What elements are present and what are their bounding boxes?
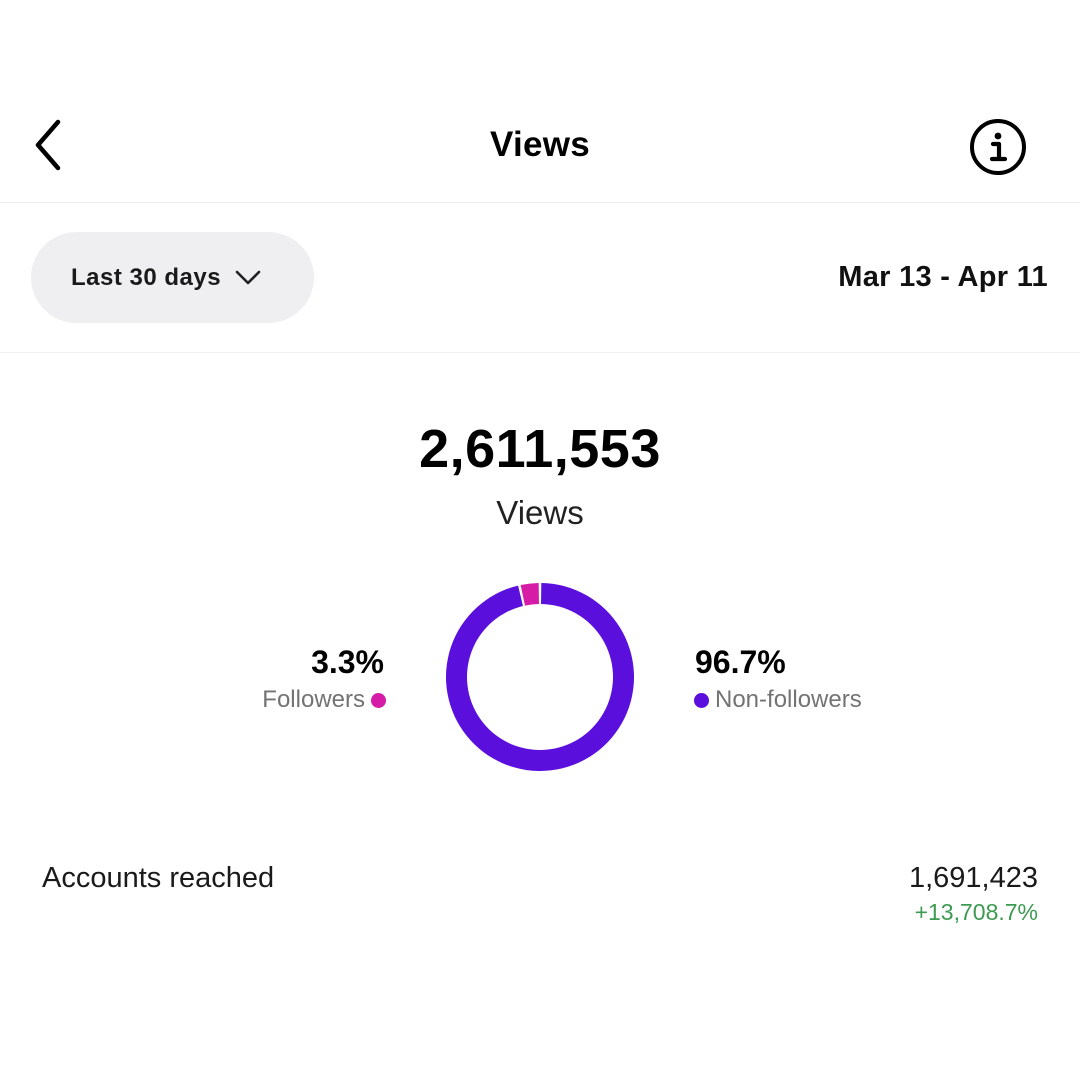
date-range-dropdown-label: Last 30 days [71,263,222,291]
followers-legend-dot [371,692,386,708]
accounts-reached-label: Accounts reached [42,862,275,894]
filter-bar: Last 30 days Mar 13 - Apr 11 [0,203,1080,353]
total-views-value: 2,611,553 [419,419,661,479]
non-followers-legend: Non-followers [694,686,862,714]
page-title: Views [489,125,591,164]
top-bar: Views [0,95,1080,203]
followers-legend: Followers [262,686,386,714]
total-views-label: Views [496,494,584,531]
info-icon [970,119,1026,175]
accounts-reached-change: +13,708.7% [914,899,1038,925]
accounts-reached-value: 1,691,423 [908,862,1038,894]
followers-slice [520,583,539,606]
date-range-text: Mar 13 - Apr 11 [838,261,1048,293]
info-button[interactable] [966,115,1030,179]
non-followers-legend-label: Non-followers [715,686,862,713]
chevron-down-icon [235,270,261,286]
audience-donut-chart [446,583,634,771]
date-range-dropdown[interactable]: Last 30 days [31,232,314,323]
followers-legend-label: Followers [262,686,365,713]
followers-percent: 3.3% [311,644,384,680]
non-followers-slice [446,583,634,771]
non-followers-percent: 96.7% [695,644,786,680]
non-followers-legend-dot [694,692,709,708]
